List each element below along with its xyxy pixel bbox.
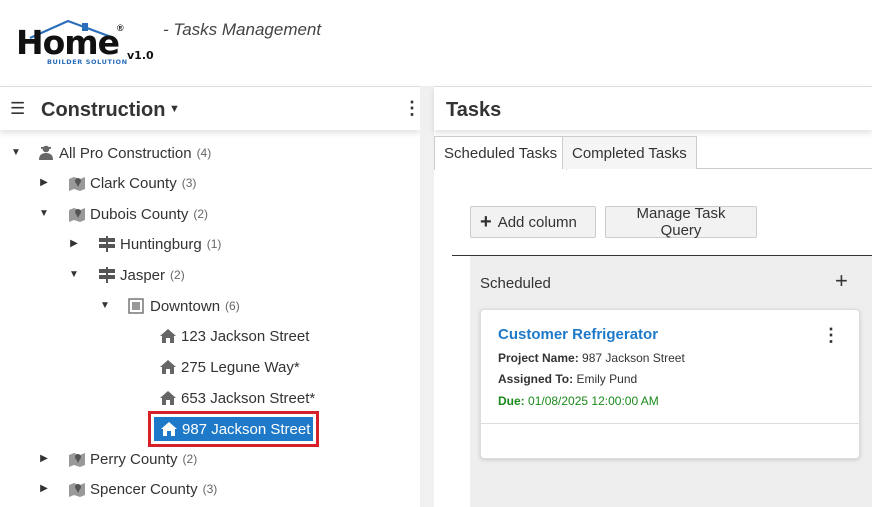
area-icon — [128, 298, 144, 314]
logo-tagline: BUILDER SOLUTION — [47, 58, 128, 66]
tree-node-company[interactable]: All Pro Construction (4) — [37, 140, 211, 166]
map-icon — [69, 453, 85, 467]
due-label: Due: — [498, 394, 525, 408]
tree-node-label: 987 Jackson Street — [182, 420, 311, 438]
plus-icon: + — [480, 211, 492, 233]
card-options-icon[interactable]: ⋮ — [822, 326, 840, 344]
tree-node-area[interactable]: Downtown (6) — [128, 293, 240, 319]
task-card[interactable]: Customer Refrigerator ⋮ Project Name: 98… — [480, 309, 860, 459]
tab-completed-tasks[interactable]: Completed Tasks — [562, 136, 697, 169]
tree-node-lot[interactable]: 123 Jackson Street — [159, 323, 309, 349]
collapse-toggle-icon[interactable]: ▼ — [38, 208, 50, 219]
tree-node-label: Jasper — [120, 266, 166, 284]
map-icon — [69, 483, 85, 497]
signpost-icon — [99, 267, 115, 283]
tree-node-city[interactable]: Jasper (2) — [98, 262, 185, 288]
project-header: ☰ Construction ▼ ⋮ — [0, 86, 421, 130]
tree-node-label: 123 Jackson Street — [181, 327, 310, 345]
map-icon — [69, 177, 85, 191]
more-options-icon[interactable]: ⋮ — [403, 99, 421, 117]
tree-node-label: Dubois County — [90, 205, 189, 223]
tree-node-county[interactable]: Spencer County (3) — [68, 476, 217, 502]
tree-node-lot[interactable]: 275 Legune Way* — [159, 354, 300, 380]
tree-node-label: Downtown — [150, 297, 221, 315]
column-title: Scheduled — [480, 275, 551, 292]
expand-toggle-icon[interactable]: ▶ — [38, 453, 50, 464]
user-icon — [39, 145, 53, 160]
tree-node-lot-selected[interactable]: 987 Jackson Street — [154, 417, 313, 441]
add-task-plus-icon[interactable]: + — [835, 268, 848, 294]
task-assignee: Assigned To: Emily Pund — [498, 372, 637, 386]
expand-toggle-icon[interactable]: ▶ — [68, 238, 80, 249]
tree-node-county[interactable]: Clark County (3) — [68, 170, 196, 196]
add-column-button[interactable]: + Add column — [470, 206, 596, 238]
tasks-header: Tasks — [434, 86, 872, 130]
collapse-toggle-icon[interactable]: ▼ — [99, 300, 111, 311]
task-title-link[interactable]: Customer Refrigerator — [498, 326, 658, 343]
panel-splitter[interactable] — [420, 86, 434, 507]
app-version: v1.0 — [127, 49, 154, 62]
tree-node-count: (6) — [225, 299, 240, 313]
tree-node-county[interactable]: Perry County (2) — [68, 446, 197, 472]
collapse-toggle-icon[interactable]: ▼ — [10, 147, 22, 158]
house-icon — [161, 422, 177, 436]
tree-node-county[interactable]: Dubois County (2) — [68, 201, 208, 227]
add-column-label: Add column — [497, 213, 577, 231]
tree-node-city[interactable]: Huntingburg (1) — [98, 231, 221, 257]
task-tabs: Scheduled Tasks Completed Tasks — [434, 136, 872, 170]
project-label: Project Name: — [498, 351, 579, 365]
tree-node-lot[interactable]: 653 Jackson Street* — [159, 385, 315, 411]
tree-node-count: (2) — [193, 207, 209, 221]
manage-task-query-button[interactable]: Manage Task Query — [605, 205, 757, 239]
project-selector[interactable]: Construction — [41, 99, 165, 122]
app-logo: Home ® BUILDER SOLUTION v1.0 — [14, 18, 164, 70]
tree-node-count: (4) — [196, 146, 212, 160]
map-icon — [69, 208, 85, 222]
tree-node-label: Huntingburg — [120, 235, 202, 253]
tree-node-count: (3) — [202, 482, 218, 496]
logo-registered: ® — [117, 23, 124, 33]
logo-word: Home — [16, 23, 120, 62]
collapse-toggle-icon[interactable]: ▼ — [68, 269, 80, 280]
expand-toggle-icon[interactable]: ▶ — [38, 177, 50, 188]
caret-down-icon[interactable]: ▼ — [169, 103, 180, 115]
tasks-panel: Tasks Scheduled Tasks Completed Tasks + … — [434, 86, 872, 507]
hamburger-menu-icon[interactable]: ☰ — [10, 100, 25, 117]
tree-node-count: (3) — [181, 176, 197, 190]
app-subtitle: - Tasks Management — [163, 20, 322, 39]
tree-node-label: 653 Jackson Street* — [181, 389, 316, 407]
signpost-icon — [99, 236, 115, 252]
task-project: Project Name: 987 Jackson Street — [498, 351, 685, 365]
tree-node-label: Spencer County — [90, 480, 198, 498]
due-value: 01/08/2025 12:00:00 AM — [528, 394, 659, 408]
house-icon — [160, 391, 176, 405]
card-footer-divider — [481, 423, 859, 424]
tree-node-count: (2) — [182, 452, 198, 466]
selection-highlight: 987 Jackson Street — [148, 411, 319, 447]
tasks-title: Tasks — [446, 99, 502, 121]
assigned-label: Assigned To: — [498, 372, 574, 386]
task-due: Due: 01/08/2025 12:00:00 AM — [498, 394, 659, 408]
tree-node-label: All Pro Construction — [59, 144, 192, 162]
tree-node-label: Perry County — [90, 450, 178, 468]
tree-node-count: (1) — [206, 237, 222, 251]
tab-scheduled-tasks[interactable]: Scheduled Tasks — [434, 136, 568, 170]
kanban-column-scheduled: Scheduled + Customer Refrigerator ⋮ Proj… — [470, 256, 872, 507]
house-icon — [160, 329, 176, 343]
tree-node-label: Clark County — [90, 174, 177, 192]
tree-node-label: 275 Legune Way* — [181, 358, 300, 376]
house-icon — [160, 360, 176, 374]
project-value: 987 Jackson Street — [582, 351, 685, 365]
assigned-value: Emily Pund — [576, 372, 638, 386]
tree-node-count: (2) — [170, 268, 185, 282]
expand-toggle-icon[interactable]: ▶ — [38, 483, 50, 494]
